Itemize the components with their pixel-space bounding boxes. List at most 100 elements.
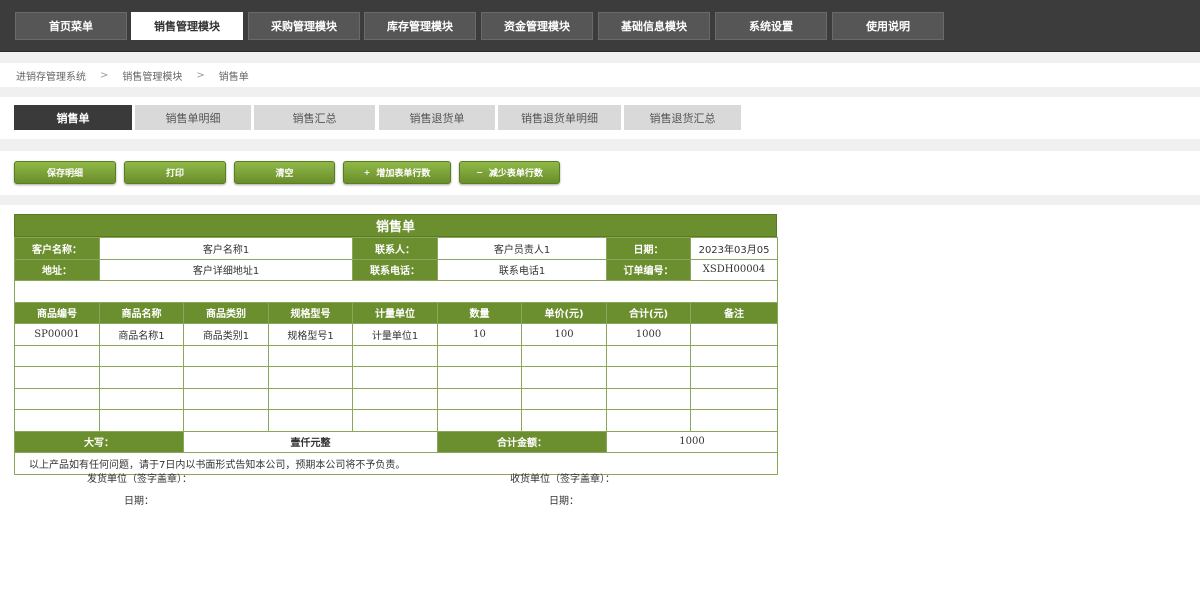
cell-unit[interactable] xyxy=(352,366,439,389)
cell-product-code[interactable] xyxy=(14,344,100,367)
cell-quantity[interactable]: 10 xyxy=(437,323,523,346)
contact-field[interactable]: 客户员责人1 xyxy=(437,237,608,260)
cell-subtotal[interactable] xyxy=(606,409,692,432)
print-button[interactable]: 打印 xyxy=(124,161,226,184)
nav-purchase[interactable]: 采购管理模块 xyxy=(248,12,360,40)
breadcrumb-item-system[interactable]: 进销存管理系统 xyxy=(16,68,86,83)
breadcrumb: 进销存管理系统 > 销售管理模块 > 销售单 xyxy=(0,63,1200,87)
col-header-unit: 计量单位 xyxy=(352,301,439,324)
top-navigation: 首页菜单 销售管理模块 采购管理模块 库存管理模块 资金管理模块 基础信息模块 … xyxy=(0,0,1200,52)
tab-sales-summary[interactable]: 销售汇总 xyxy=(254,105,375,130)
tab-sales-return-detail[interactable]: 销售退货单明细 xyxy=(498,105,621,130)
cell-subtotal[interactable] xyxy=(606,366,692,389)
cell-product-code[interactable] xyxy=(14,366,100,389)
cell-spec[interactable] xyxy=(267,409,354,432)
capital-amount-value: 壹仟元整 xyxy=(182,430,439,453)
cell-category[interactable] xyxy=(183,366,269,389)
clear-button[interactable]: 清空 xyxy=(234,161,335,184)
cell-unit-price[interactable] xyxy=(521,366,608,389)
breadcrumb-separator: > xyxy=(100,69,109,81)
cell-unit-price[interactable] xyxy=(521,387,608,410)
cell-product-name[interactable]: 商品名称1 xyxy=(99,323,184,346)
cell-spec[interactable] xyxy=(267,344,354,367)
cell-quantity[interactable] xyxy=(437,409,523,432)
cell-product-name[interactable] xyxy=(99,409,184,432)
minus-icon: − xyxy=(476,168,483,177)
nav-basic-info[interactable]: 基础信息模块 xyxy=(598,12,710,40)
cell-remark[interactable] xyxy=(690,409,779,432)
cell-category[interactable] xyxy=(183,409,269,432)
breadcrumb-item-current: 销售单 xyxy=(218,71,249,83)
nav-finance[interactable]: 资金管理模块 xyxy=(481,12,593,40)
sender-signature-label: 发货单位（签字盖章）： xyxy=(87,474,192,485)
customer-name-field[interactable]: 客户名称1 xyxy=(98,237,354,260)
main-panel: 销售单 客户名称： 客户名称1 联系人： 客户员责人1 日期： 2023年03月… xyxy=(0,205,1200,595)
tab-sales-return[interactable]: 销售退货单 xyxy=(379,105,495,130)
table-row xyxy=(14,409,779,432)
cell-unit[interactable] xyxy=(352,387,439,410)
nav-sales[interactable]: 销售管理模块 xyxy=(131,12,243,40)
col-header-product-code: 商品编号 xyxy=(14,301,100,324)
header-row-address: 地址： 客户详细地址1 联系电话： 联系电话1 订单编号： XSDH00004 xyxy=(14,258,779,281)
col-header-subtotal: 合计(元) xyxy=(606,301,692,324)
cell-remark[interactable] xyxy=(690,387,779,410)
signature-area: 发货单位（签字盖章）： 日期： 收货单位（签字盖章）： 日期： xyxy=(14,467,777,527)
cell-quantity[interactable] xyxy=(437,387,523,410)
form-title: 销售单 xyxy=(14,214,777,237)
subtab-bar: 销售单 销售单明细 销售汇总 销售退货单 销售退货单明细 销售退货汇总 xyxy=(0,97,1200,139)
cell-remark[interactable] xyxy=(690,344,779,367)
cell-unit[interactable]: 计量单位1 xyxy=(352,323,439,346)
cell-unit-price[interactable]: 100 xyxy=(521,323,608,346)
cell-category[interactable] xyxy=(183,344,269,367)
cell-product-code[interactable] xyxy=(14,409,100,432)
cell-subtotal[interactable]: 1000 xyxy=(606,323,692,346)
cell-product-name[interactable] xyxy=(99,366,184,389)
cell-quantity[interactable] xyxy=(437,366,523,389)
cell-spec[interactable]: 规格型号1 xyxy=(267,323,354,346)
col-header-unit-price: 单价(元) xyxy=(521,301,608,324)
tab-sales-order[interactable]: 销售单 xyxy=(14,105,132,130)
cell-quantity[interactable] xyxy=(437,344,523,367)
total-amount-value: 1000 xyxy=(606,430,779,453)
cell-unit[interactable] xyxy=(352,409,439,432)
cell-remark[interactable] xyxy=(690,323,779,346)
remove-rows-button[interactable]: − 减少表单行数 xyxy=(459,161,560,184)
nav-home[interactable]: 首页菜单 xyxy=(15,12,127,40)
receiver-signature-label: 收货单位（签字盖章）： xyxy=(510,474,615,485)
col-header-remark: 备注 xyxy=(690,301,779,324)
sender-date-label: 日期： xyxy=(124,496,154,507)
tab-sales-return-summary[interactable]: 销售退货汇总 xyxy=(624,105,741,130)
print-label: 打印 xyxy=(165,169,184,179)
cell-unit-price[interactable] xyxy=(521,344,608,367)
cell-product-code[interactable]: SP00001 xyxy=(14,323,100,346)
order-no-field[interactable]: XSDH00004 xyxy=(690,258,779,281)
nav-inventory[interactable]: 库存管理模块 xyxy=(364,12,476,40)
cell-product-name[interactable] xyxy=(99,344,184,367)
cell-category[interactable] xyxy=(183,387,269,410)
col-header-category: 商品类别 xyxy=(183,301,269,324)
cell-product-code[interactable] xyxy=(14,387,100,410)
cell-spec[interactable] xyxy=(267,387,354,410)
nav-settings[interactable]: 系统设置 xyxy=(715,12,827,40)
spacer-cell xyxy=(13,280,779,303)
cell-remark[interactable] xyxy=(690,366,779,389)
breadcrumb-item-module[interactable]: 销售管理模块 xyxy=(122,68,182,83)
phone-field[interactable]: 联系电话1 xyxy=(437,258,608,281)
cell-subtotal[interactable] xyxy=(606,344,692,367)
total-amount-label: 合计金额： xyxy=(437,430,608,453)
cell-subtotal[interactable] xyxy=(606,387,692,410)
toolbar: 保存明细 打印 清空 + 增加表单行数 − 减少表单行数 xyxy=(0,151,1200,195)
cell-unit-price[interactable] xyxy=(521,409,608,432)
nav-help[interactable]: 使用说明 xyxy=(832,12,944,40)
col-header-spec: 规格型号 xyxy=(267,301,354,324)
cell-spec[interactable] xyxy=(267,366,354,389)
table-row xyxy=(14,344,779,367)
cell-unit[interactable] xyxy=(352,344,439,367)
cell-category[interactable]: 商品类别1 xyxy=(183,323,269,346)
date-field[interactable]: 2023年03月05 xyxy=(690,237,779,260)
save-detail-button[interactable]: 保存明细 xyxy=(14,161,116,184)
address-field[interactable]: 客户详细地址1 xyxy=(98,258,354,281)
add-rows-button[interactable]: + 增加表单行数 xyxy=(343,161,451,184)
tab-sales-order-detail[interactable]: 销售单明细 xyxy=(135,105,251,130)
cell-product-name[interactable] xyxy=(99,387,184,410)
